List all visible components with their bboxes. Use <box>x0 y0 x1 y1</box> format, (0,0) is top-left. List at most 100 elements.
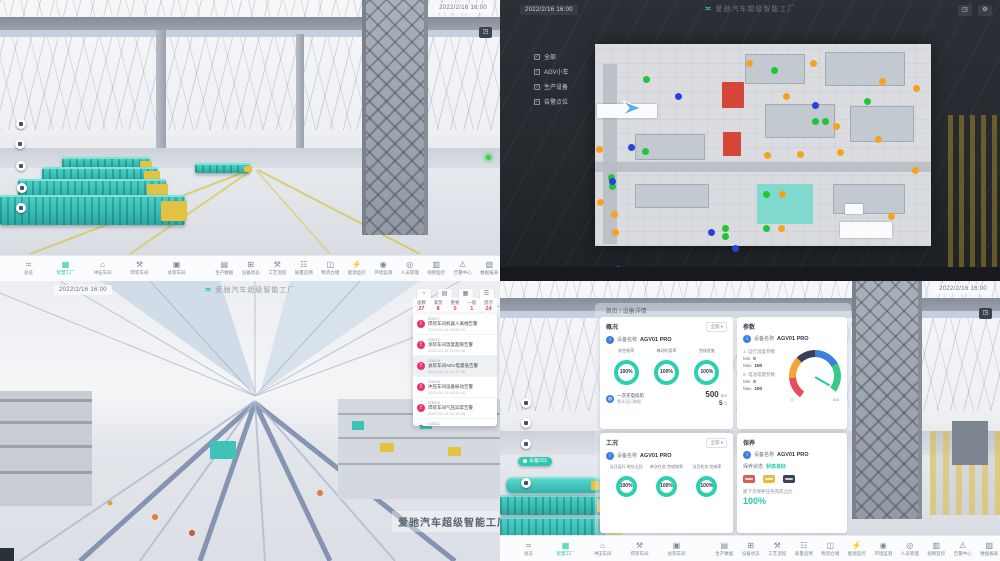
alarm-list-item[interactable]: ! D3004 焊装车间气压异常告警 2022-02-16 15:36:45 <box>413 398 497 419</box>
device-dot[interactable] <box>913 85 920 92</box>
function-item[interactable]: ◉ 环境监测 <box>370 260 397 276</box>
legend-row[interactable]: ✓ 全部 <box>534 52 569 61</box>
breadcrumb[interactable]: · 首页 / 设备详情 <box>602 306 647 315</box>
device-dot[interactable] <box>722 233 729 240</box>
device-dot[interactable] <box>722 225 729 232</box>
device-dot[interactable] <box>822 118 829 125</box>
nav-item[interactable]: ⚒ 焊装车间 <box>121 260 158 276</box>
function-item[interactable]: ▥ 视频监控 <box>423 260 450 276</box>
checkbox-checked-icon[interactable]: ✓ <box>534 54 540 60</box>
nav-item[interactable]: ▣ 总装车间 <box>658 541 695 557</box>
device-tooltip[interactable]: 设备001 <box>518 457 552 466</box>
device-dot[interactable] <box>609 178 616 185</box>
function-item[interactable]: ☷ 质量追溯 <box>791 541 818 557</box>
alarm-list-item[interactable]: ! D3009 总装车间AGV电量低告警 2022-02-16 15:47:36 <box>413 356 497 377</box>
legend-row[interactable]: ✓ 告警点位 <box>534 97 569 106</box>
function-item[interactable]: ▤ 生产数据 <box>211 260 238 276</box>
function-item[interactable]: ▤ 生产数据 <box>711 541 738 557</box>
checkbox-checked-icon[interactable]: ✓ <box>534 69 540 75</box>
nav-item[interactable]: ▦ 智慧工厂 <box>547 541 584 557</box>
alarm-list-item[interactable]: ! D3017 焊装车间机器人离线告警 2022-02-16 15:58:21 <box>413 314 497 335</box>
device-dot[interactable] <box>779 191 786 198</box>
checkbox-checked-icon[interactable]: ✓ <box>534 84 540 90</box>
device-dot[interactable] <box>797 151 804 158</box>
device-dot[interactable] <box>771 67 778 74</box>
fullscreen-button[interactable]: ◳ <box>958 5 972 16</box>
camera-marker[interactable] <box>521 439 531 449</box>
alarm-list-item[interactable]: ! D3006 冲压车间设备振动告警 2022-02-16 15:41:12 <box>413 377 497 398</box>
alarm-stat[interactable]: 紧急 8 <box>430 300 447 313</box>
nav-item[interactable]: ▦ 智慧工厂 <box>47 260 84 276</box>
device-dot[interactable] <box>778 225 785 232</box>
device-dot[interactable] <box>612 229 619 236</box>
function-item[interactable]: ⚡ 能源监控 <box>844 541 871 557</box>
overview-filter-select[interactable]: 全部 ▾ <box>706 322 727 332</box>
legend-row[interactable]: ✓ AGV小车 <box>534 67 569 76</box>
viewport-assembly-line[interactable]: 2022/2/16 16:00 ≍爱驰汽车超级智能工厂 ◔ ▤ ▦ ☰ 总数 2… <box>0 281 500 561</box>
device-dot[interactable] <box>810 60 817 67</box>
device-dot[interactable] <box>812 102 819 109</box>
device-dot[interactable] <box>746 60 753 67</box>
camera-marker[interactable] <box>16 119 26 129</box>
device-dot[interactable] <box>888 213 895 220</box>
device-dot[interactable] <box>837 149 844 156</box>
layers-button[interactable]: ◳ <box>479 27 492 38</box>
device-dot[interactable] <box>597 199 604 206</box>
function-item[interactable]: ▧ 数据报表 <box>476 260 500 276</box>
alarm-list-item[interactable]: ! D3002 物流线输送带停机告警 2022-02-16 15:30:27 <box>413 419 497 426</box>
camera-marker[interactable] <box>16 203 26 213</box>
function-item[interactable]: ⚠ 告警中心 <box>450 260 477 276</box>
nav-item[interactable]: ≍ 总览 <box>510 541 547 557</box>
nav-item[interactable]: ⌂ 冲压车间 <box>584 541 621 557</box>
device-dot[interactable] <box>628 144 635 151</box>
function-item[interactable]: ⚒ 工艺流程 <box>764 541 791 557</box>
condition-filter-select[interactable]: 全部 ▾ <box>706 438 727 448</box>
function-item[interactable]: ◫ 物流仓储 <box>817 541 844 557</box>
device-dot[interactable] <box>708 229 715 236</box>
camera-marker[interactable] <box>521 478 531 488</box>
function-item[interactable]: ◫ 物流仓储 <box>317 260 344 276</box>
function-item[interactable]: ◎ 人员管理 <box>897 541 924 557</box>
function-item[interactable]: ⚠ 告警中心 <box>950 541 977 557</box>
camera-marker[interactable] <box>15 139 25 149</box>
device-dot[interactable] <box>879 78 886 85</box>
device-dot[interactable] <box>833 123 840 130</box>
function-item[interactable]: ☷ 质量追溯 <box>291 260 318 276</box>
function-item[interactable]: ⚡ 能源监控 <box>344 260 371 276</box>
device-dot[interactable] <box>864 98 871 105</box>
function-item[interactable]: ◉ 环境监测 <box>870 541 897 557</box>
device-dot[interactable] <box>763 191 770 198</box>
function-item[interactable]: ◎ 人员管理 <box>397 260 424 276</box>
nav-item[interactable]: ▣ 总装车间 <box>158 260 195 276</box>
device-dot[interactable] <box>643 76 650 83</box>
settings-button[interactable]: ⚙ <box>978 5 992 16</box>
device-dot[interactable] <box>764 152 771 159</box>
function-item[interactable]: ▥ 视频监控 <box>923 541 950 557</box>
nav-item[interactable]: ⚒ 焊装车间 <box>621 541 658 557</box>
alarm-stat[interactable]: 一般 1 <box>463 300 480 313</box>
function-item[interactable]: ▧ 数据报表 <box>976 541 1000 557</box>
camera-marker[interactable] <box>521 418 531 428</box>
alarm-stat[interactable]: 重要 0 <box>447 300 464 313</box>
camera-marker[interactable] <box>521 398 531 408</box>
camera-marker[interactable] <box>16 161 26 171</box>
device-dot[interactable] <box>783 93 790 100</box>
device-dot[interactable] <box>912 167 919 174</box>
alarm-stat[interactable]: 总数 27 <box>413 300 430 313</box>
nav-item[interactable]: ≍ 总览 <box>10 260 47 276</box>
function-item[interactable]: ⊞ 设备状态 <box>738 541 765 557</box>
viewport-device-dashboard[interactable]: 设备001 2022/2/16 16:00 ◳ · 首页 / 设备详情 概况 全… <box>500 281 1000 561</box>
camera-marker[interactable] <box>17 183 27 193</box>
checkbox-checked-icon[interactable]: ✓ <box>534 99 540 105</box>
device-dot[interactable] <box>642 148 649 155</box>
layers-button[interactable]: ◳ <box>979 308 992 319</box>
device-dot[interactable] <box>812 118 819 125</box>
nav-item[interactable]: ⌂ 冲压车间 <box>84 260 121 276</box>
device-dot[interactable] <box>875 136 882 143</box>
function-item[interactable]: ⚒ 工艺流程 <box>264 260 291 276</box>
function-item[interactable]: ⊞ 设备状态 <box>238 260 265 276</box>
device-dot[interactable] <box>611 211 618 218</box>
alarm-stat[interactable]: 提示 24 <box>480 300 497 313</box>
viewport-workshop-3d[interactable]: 2022/2/16 16:00 ◳ ≍ 总览 ▦ 智慧工厂 ⌂ 冲压车间 ⚒ 焊… <box>0 0 500 281</box>
device-dot[interactable] <box>763 225 770 232</box>
